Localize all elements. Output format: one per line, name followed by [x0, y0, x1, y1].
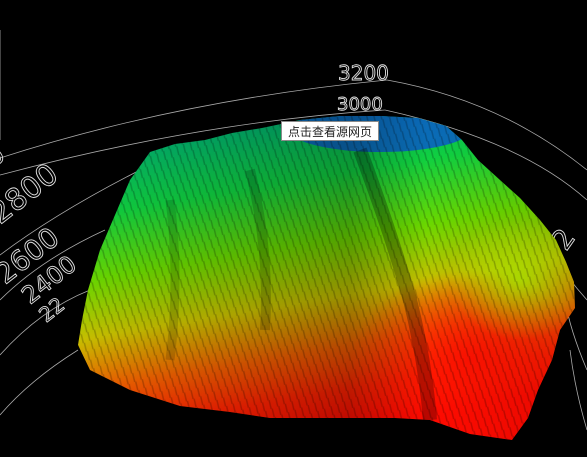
- elevation-label-2800: 2800: [0, 157, 65, 232]
- view-source-tooltip[interactable]: 点击查看源网页: [281, 121, 380, 141]
- svg-text:0: 0: [0, 140, 11, 174]
- terrain-viewer[interactable]: 3200 3000 2800 2600 2400 22 2 0 点击查看源网页: [0, 0, 587, 457]
- elevation-label-3200: 3200: [338, 61, 389, 85]
- terrain-surface[interactable]: [70, 108, 587, 450]
- elevation-label-3000: 3000: [337, 94, 383, 115]
- terrain-scene[interactable]: 3200 3000 2800 2600 2400 22 2 0: [0, 0, 587, 457]
